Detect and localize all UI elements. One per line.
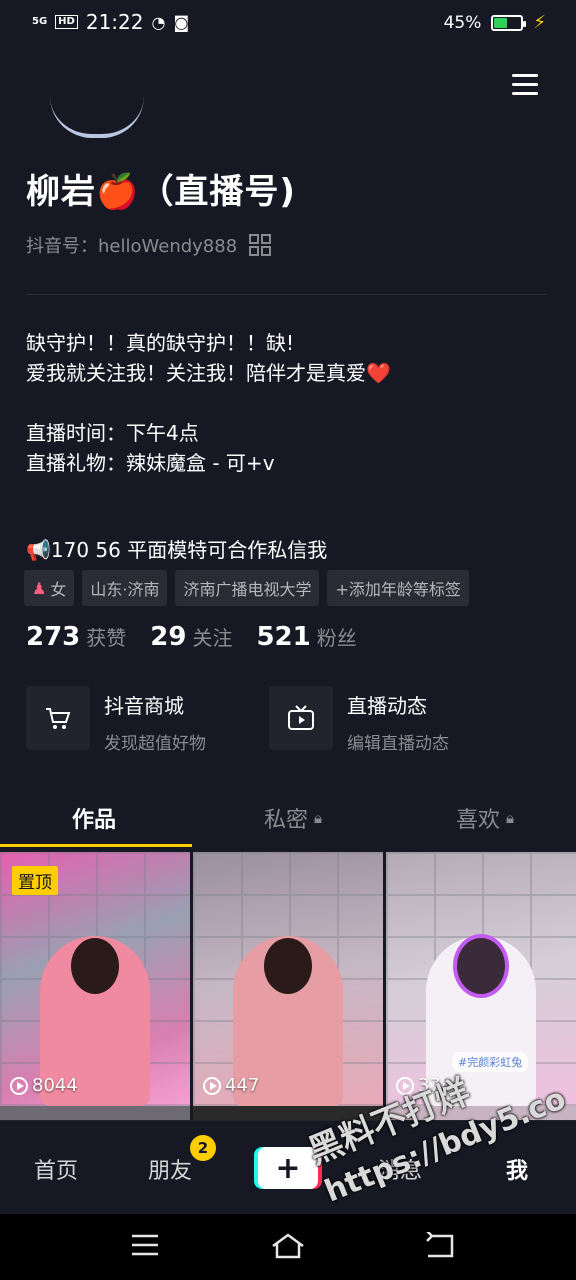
likes-stat[interactable]: 273 获赞: [26, 622, 126, 652]
battery-icon: [491, 14, 527, 31]
menu-icon[interactable]: [512, 74, 538, 98]
tab-likes[interactable]: 喜欢 🔒︎: [456, 802, 514, 834]
shop-entry[interactable]: 抖音商城 发现超值好物: [26, 686, 206, 754]
play-count: 374: [396, 1075, 452, 1096]
home-icon[interactable]: [270, 1232, 306, 1264]
avatar[interactable]: [50, 96, 144, 138]
live-tv-icon: [269, 686, 333, 750]
bio-line: 爱我就关注我！关注我！陪伴才是真爱❤️: [26, 361, 391, 385]
female-icon: ♟: [32, 578, 47, 598]
play-icon: [10, 1076, 28, 1095]
profile-tags: ♟ 女 山东·济南 济南广播电视大学 +添加年龄等标签: [24, 570, 469, 606]
profile-stats: 273 获赞 29 关注 521 粉丝: [26, 622, 357, 652]
live-subtitle: 编辑直播动态: [347, 734, 449, 754]
hashtag-sticker: #完颜彩虹兔: [452, 1052, 529, 1072]
tab-works[interactable]: 作品: [72, 802, 116, 834]
account-id: 抖音号：helloWendy888: [26, 236, 238, 257]
message-bubble-icon: ◙: [173, 12, 189, 32]
content-tabs: 作品 私密 🔒︎ 喜欢 🔒︎: [0, 790, 576, 848]
battery-fill: [494, 17, 507, 28]
following-stat[interactable]: 29 关注: [150, 622, 232, 652]
status-bar: 5G HD 21:22 ◔ ◙ 45% ⚡: [0, 0, 576, 44]
fans-stat[interactable]: 521 粉丝: [256, 622, 356, 652]
recent-apps-icon[interactable]: [130, 1232, 160, 1262]
charging-icon: ⚡: [533, 12, 546, 33]
network-indicator: 5G: [32, 16, 48, 27]
play-icon: [396, 1076, 414, 1095]
live-entry[interactable]: 直播动态 编辑直播动态: [269, 686, 449, 754]
create-button[interactable]: +: [254, 1147, 322, 1189]
location-tag: 山东·济南: [82, 570, 168, 606]
clock: 21:22: [85, 10, 144, 34]
system-nav-bar: [0, 1214, 576, 1280]
plus-icon: +: [258, 1147, 318, 1189]
nav-me[interactable]: 我: [506, 1153, 528, 1185]
play-count: 8044: [10, 1075, 78, 1096]
account-id-row[interactable]: 抖音号：helloWendy888: [26, 232, 272, 258]
friends-badge: 2: [190, 1135, 216, 1161]
shop-title: 抖音商城: [104, 694, 184, 718]
notification-icon: ◔: [151, 12, 166, 32]
video-thumbnail[interactable]: #完颜彩虹兔 374: [386, 852, 576, 1106]
play-icon: [203, 1076, 221, 1095]
bio: 缺守护！！真的缺守护！！缺! 爱我就关注我！关注我！陪伴才是真爱❤️ 直播时间：…: [26, 328, 391, 478]
lock-icon: 🔒︎: [314, 809, 322, 827]
video-thumbnail[interactable]: 447: [193, 852, 383, 1106]
tab-private[interactable]: 私密 🔒︎: [264, 802, 322, 834]
school-tag: 济南广播电视大学: [175, 570, 320, 606]
shop-subtitle: 发现超值好物: [104, 734, 206, 754]
profile-name: 柳岩🍎（直播号): [26, 172, 296, 212]
shopping-cart-icon: [26, 686, 90, 750]
nav-home[interactable]: 首页: [34, 1153, 78, 1185]
divider: [26, 294, 546, 295]
video-grid-row-partial: [0, 1106, 576, 1120]
nav-friends[interactable]: 朋友: [148, 1153, 192, 1185]
hd-indicator: HD: [55, 15, 78, 29]
bio-line: 直播时间：下午4点: [26, 421, 199, 445]
bottom-nav: 首页 朋友 2 + 消息 我: [0, 1120, 576, 1214]
pinned-badge: 置顶: [12, 866, 58, 895]
nav-messages[interactable]: 消息: [378, 1153, 422, 1185]
video-thumbnail[interactable]: 置顶 8044: [0, 852, 190, 1106]
qr-code-icon[interactable]: [249, 234, 272, 256]
play-count: 447: [203, 1075, 259, 1096]
promo-text: 📢170 56 平面模特可合作私信我: [26, 538, 328, 562]
add-tag-button[interactable]: +添加年龄等标签: [327, 570, 469, 606]
back-icon[interactable]: [424, 1230, 456, 1264]
lock-icon: 🔒︎: [506, 809, 514, 827]
active-tab-indicator: [0, 844, 192, 847]
bio-line: 缺守护！！真的缺守护！！缺!: [26, 331, 295, 355]
live-title: 直播动态: [347, 694, 427, 718]
battery-percent: 45%: [443, 12, 482, 33]
gender-tag: ♟ 女: [24, 570, 75, 606]
bio-line: 直播礼物：辣妹魔盒 - 可+v: [26, 451, 275, 475]
